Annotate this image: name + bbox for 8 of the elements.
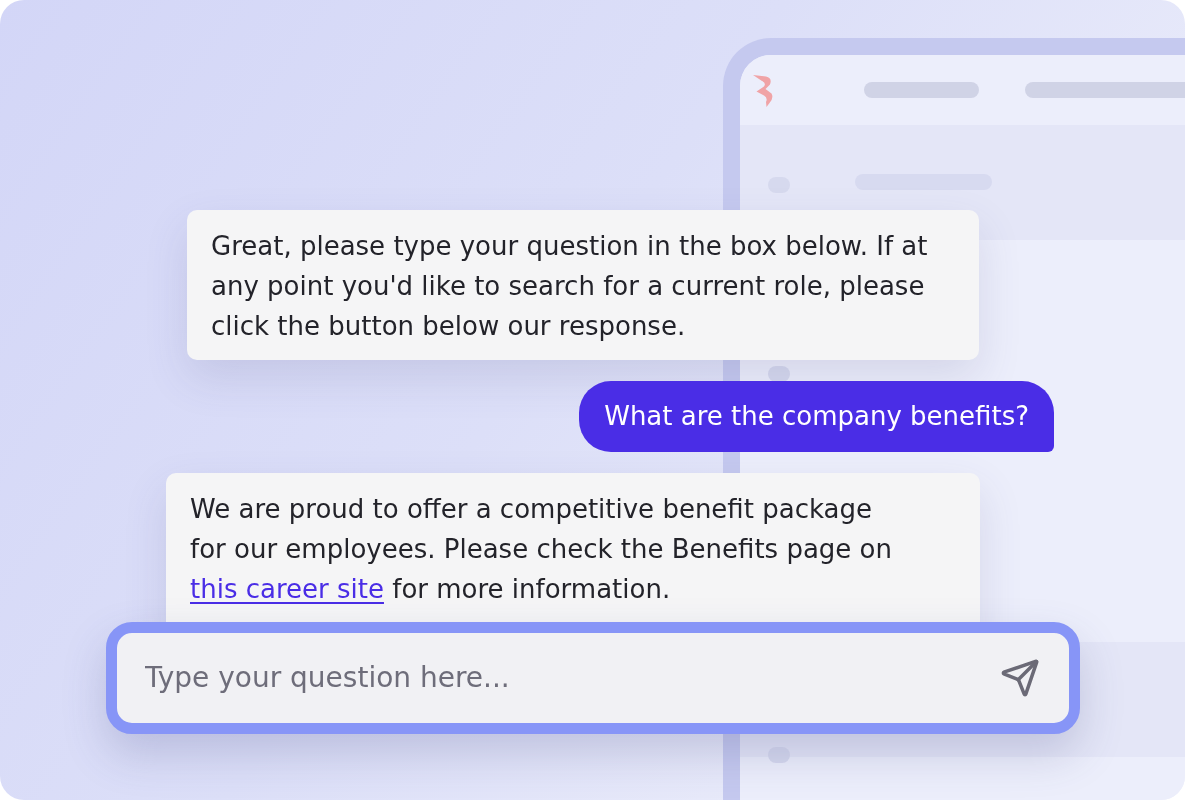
message-input[interactable]: Type your question here... xyxy=(145,658,988,698)
career-site-link[interactable]: this career site xyxy=(190,574,384,604)
user-message: What are the company benefits? xyxy=(579,381,1054,452)
send-button[interactable] xyxy=(1000,658,1040,698)
logo-icon xyxy=(753,75,774,107)
bot-message: Great, please type your question in the box below. If at any point you'd like to search for a current role, please click the button below our response. xyxy=(187,210,979,360)
send-icon xyxy=(1000,658,1040,698)
chat-composer[interactable]: Type your question here... xyxy=(106,622,1080,734)
